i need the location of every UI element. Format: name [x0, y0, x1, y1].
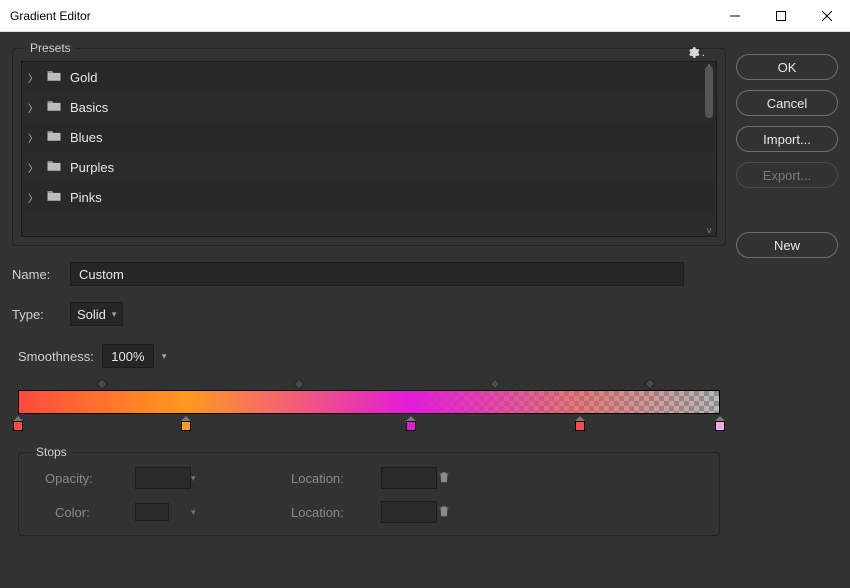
presets-list[interactable]: 〉 Gold 〉 Basics 〉 Blues 〉 Purples 〉 Pinks ˄ ˅ — [21, 61, 717, 237]
preset-folder-row[interactable]: 〉 Blues — [22, 122, 716, 152]
import-button[interactable]: Import... — [736, 126, 838, 152]
type-label: Type: — [12, 307, 70, 322]
presets-fieldset: Presets . 〉Gold〉Basics〉Blues〉Purples〉Pin… — [12, 48, 726, 246]
type-value: Solid — [77, 307, 106, 322]
chevron-right-icon: 〉 — [28, 130, 38, 145]
chevron-right-icon: 〉 — [28, 100, 38, 115]
menu-dot: . — [702, 45, 705, 59]
type-select[interactable]: Solid ▾ — [70, 302, 123, 326]
location-label: Location: — [291, 505, 381, 520]
gradient-midpoint[interactable] — [97, 378, 108, 389]
name-row: Name: — [12, 262, 726, 286]
scroll-thumb[interactable] — [705, 66, 713, 118]
stops-legend: Stops — [31, 445, 72, 459]
client-area: Presets . 〉 Gold 〉 Basics 〉 Blues 〉 Purples 〉 Pin… — [0, 32, 850, 588]
chevron-down-icon[interactable]: ▾ — [191, 473, 211, 484]
minimize-icon — [730, 11, 740, 21]
folder-icon — [46, 99, 62, 115]
preset-folder-label: Gold — [70, 70, 97, 85]
color-stop[interactable] — [405, 416, 417, 431]
color-location-input[interactable] — [381, 501, 437, 523]
preset-folder-row[interactable]: 〉 Basics — [22, 92, 716, 122]
smoothness-row: Smoothness: ▾ — [18, 344, 726, 368]
preset-folder-label: Basics — [70, 100, 108, 115]
color-stop[interactable] — [180, 416, 192, 431]
gradient-editor — [18, 390, 720, 434]
location-label: Location: — [291, 471, 381, 486]
opacity-label: Opacity: — [45, 471, 135, 486]
folder-icon — [46, 129, 62, 145]
chevron-down-icon[interactable]: ▾ — [162, 351, 167, 362]
smoothness-label: Smoothness: — [18, 349, 94, 364]
gradient-midpoint[interactable] — [644, 378, 655, 389]
window-title: Gradient Editor — [10, 9, 91, 23]
export-button[interactable]: Export... — [736, 162, 838, 188]
color-label: Color: — [45, 505, 135, 520]
scroll-down-icon[interactable]: ˅ — [704, 226, 714, 236]
type-row: Type: Solid ▾ — [12, 302, 726, 326]
opacity-input[interactable] — [135, 467, 191, 489]
new-button[interactable]: New — [736, 232, 838, 258]
left-column: Presets . 〉Gold〉Basics〉Blues〉Purples〉Pin… — [12, 48, 726, 576]
folder-icon — [46, 189, 62, 205]
color-stop[interactable] — [574, 416, 586, 431]
preset-folder-label: Purples — [70, 160, 114, 175]
close-icon — [822, 11, 832, 21]
name-input[interactable] — [70, 262, 684, 286]
delete-color-stop-button[interactable] — [437, 503, 465, 522]
presets-legend: Presets — [25, 41, 76, 55]
preset-folder-row[interactable]: 〉 Gold — [22, 62, 716, 92]
minimize-button[interactable] — [712, 0, 758, 32]
color-stops-row — [18, 416, 720, 434]
trash-icon — [437, 503, 451, 519]
stops-fieldset: Stops Opacity: ▾ Location: Color: ▾ Loca… — [18, 452, 720, 536]
cancel-button[interactable]: Cancel — [736, 90, 838, 116]
opacity-midpoints-row — [18, 380, 720, 388]
smoothness-input[interactable] — [102, 344, 154, 368]
gradient-strip[interactable] — [18, 390, 720, 414]
gear-icon — [687, 46, 700, 59]
preset-folder-row[interactable]: 〉 Pinks — [22, 182, 716, 212]
presets-settings-button[interactable]: . — [687, 45, 705, 59]
trash-icon — [437, 469, 451, 485]
delete-opacity-stop-button[interactable] — [437, 469, 465, 488]
maximize-button[interactable] — [758, 0, 804, 32]
preset-folder-row[interactable]: 〉 Purples — [22, 152, 716, 182]
chevron-right-icon: 〉 — [28, 70, 38, 85]
gradient-fill — [19, 391, 719, 413]
color-swatch[interactable] — [135, 503, 169, 521]
chevron-right-icon: 〉 — [28, 160, 38, 175]
name-label: Name: — [12, 267, 70, 282]
folder-icon — [46, 159, 62, 175]
presets-scrollbar[interactable]: ˄ ˅ — [704, 64, 714, 234]
maximize-icon — [776, 11, 786, 21]
chevron-down-icon[interactable]: ▾ — [191, 507, 211, 518]
color-stop[interactable] — [12, 416, 24, 431]
titlebar: Gradient Editor — [0, 0, 850, 32]
opacity-location-input[interactable] — [381, 467, 437, 489]
chevron-down-icon: ▾ — [112, 309, 117, 320]
close-button[interactable] — [804, 0, 850, 32]
chevron-right-icon: 〉 — [28, 190, 38, 205]
ok-button[interactable]: OK — [736, 54, 838, 80]
color-stop[interactable] — [714, 416, 726, 431]
preset-folder-label: Blues — [70, 130, 103, 145]
right-column: OK Cancel Import... Export... New — [736, 48, 838, 576]
folder-icon — [46, 69, 62, 85]
gradient-midpoint[interactable] — [293, 378, 304, 389]
gradient-midpoint[interactable] — [490, 378, 501, 389]
preset-folder-label: Pinks — [70, 190, 102, 205]
